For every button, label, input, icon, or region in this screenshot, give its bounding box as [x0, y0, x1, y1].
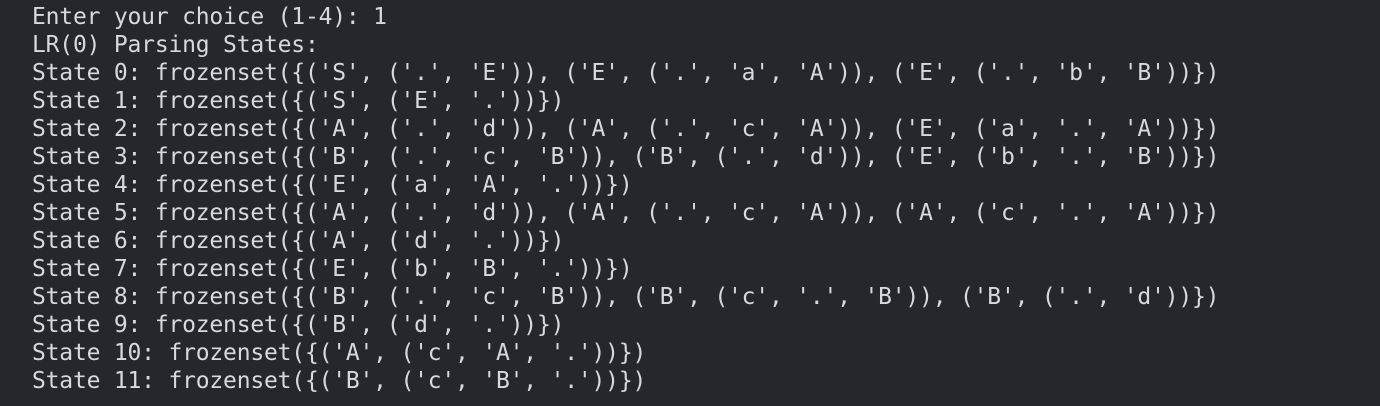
state-line-8: State 8: frozenset({('B', ('.', 'c', 'B'…	[32, 284, 1220, 310]
state-line-2: State 2: frozenset({('A', ('.', 'd')), (…	[32, 116, 1220, 142]
state-line-3: State 3: frozenset({('B', ('.', 'c', 'B'…	[32, 144, 1220, 170]
state-line-1: State 1: frozenset({('S', ('E', '.'))})	[32, 88, 565, 114]
state-line-9: State 9: frozenset({('B', ('d', '.'))})	[32, 312, 565, 338]
prompt-line: Enter your choice (1-4): 1	[32, 4, 387, 30]
state-line-10: State 10: frozenset({('A', ('c', 'A', '.…	[32, 340, 647, 366]
state-line-5: State 5: frozenset({('A', ('.', 'd')), (…	[32, 200, 1220, 226]
state-line-6: State 6: frozenset({('A', ('d', '.'))})	[32, 228, 565, 254]
heading-line: LR(0) Parsing States:	[32, 32, 319, 58]
terminal-output[interactable]: Enter your choice (1-4): 1 LR(0) Parsing…	[0, 0, 1380, 406]
state-line-4: State 4: frozenset({('E', ('a', 'A', '.'…	[32, 172, 633, 198]
state-line-0: State 0: frozenset({('S', ('.', 'E')), (…	[32, 60, 1220, 86]
state-line-7: State 7: frozenset({('E', ('b', 'B', '.'…	[32, 256, 633, 282]
state-line-11: State 11: frozenset({('B', ('c', 'B', '.…	[32, 368, 647, 394]
